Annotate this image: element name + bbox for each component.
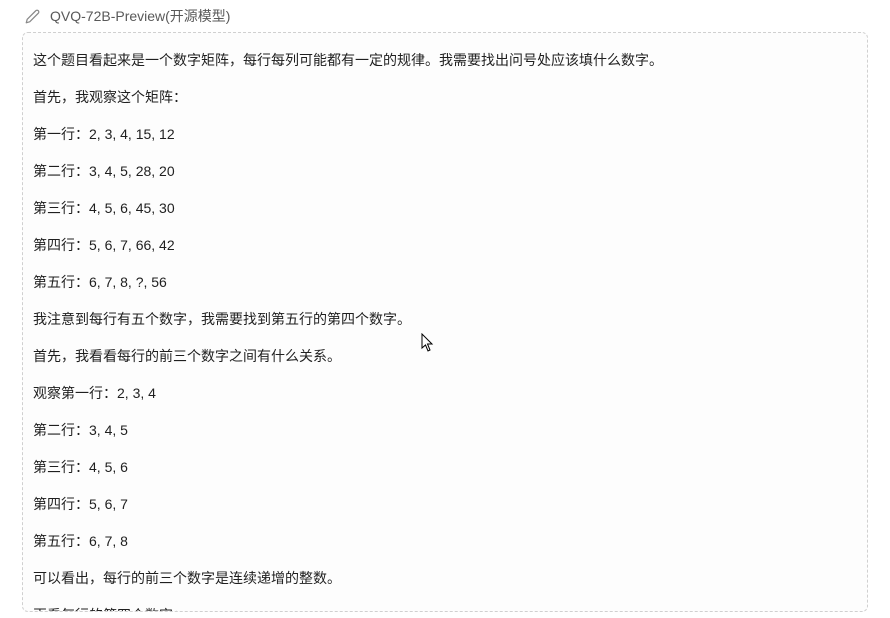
paragraph: 第二行：3, 4, 5, 28, 20 (33, 161, 857, 182)
paragraph: 第四行：5, 6, 7 (33, 494, 857, 515)
paragraph: 可以看出，每行的前三个数字是连续递增的整数。 (33, 568, 857, 589)
paragraph: 第一行：2, 3, 4, 15, 12 (33, 124, 857, 145)
content-text: 这个题目看起来是一个数字矩阵，每行每列可能都有一定的规律。我需要找出问号处应该填… (33, 50, 857, 612)
model-title: QVQ-72B-Preview(开源模型) (50, 6, 230, 26)
paragraph: 第二行：3, 4, 5 (33, 420, 857, 441)
paragraph: 这个题目看起来是一个数字矩阵，每行每列可能都有一定的规律。我需要找出问号处应该填… (33, 50, 857, 71)
paragraph: 第五行：6, 7, 8 (33, 531, 857, 552)
content-box: 这个题目看起来是一个数字矩阵，每行每列可能都有一定的规律。我需要找出问号处应该填… (22, 32, 868, 612)
paragraph: 再看每行的第四个数字： (33, 605, 857, 612)
edit-icon[interactable] (24, 8, 40, 24)
content-wrapper: 这个题目看起来是一个数字矩阵，每行每列可能都有一定的规律。我需要找出问号处应该填… (0, 32, 890, 612)
paragraph: 首先，我观察这个矩阵： (33, 87, 857, 108)
paragraph: 我注意到每行有五个数字，我需要找到第五行的第四个数字。 (33, 309, 857, 330)
paragraph: 首先，我看看每行的前三个数字之间有什么关系。 (33, 346, 857, 367)
paragraph: 第三行：4, 5, 6, 45, 30 (33, 198, 857, 219)
paragraph: 第三行：4, 5, 6 (33, 457, 857, 478)
paragraph: 第四行：5, 6, 7, 66, 42 (33, 235, 857, 256)
paragraph: 观察第一行：2, 3, 4 (33, 383, 857, 404)
paragraph: 第五行：6, 7, 8, ?, 56 (33, 272, 857, 293)
header: QVQ-72B-Preview(开源模型) (0, 0, 890, 32)
